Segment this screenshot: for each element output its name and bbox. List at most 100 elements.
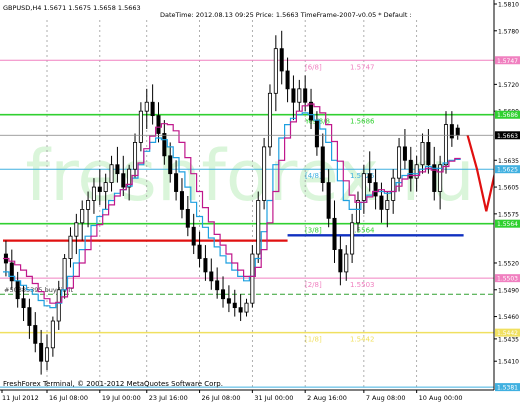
candle-body	[250, 253, 255, 304]
candle-body	[144, 101, 149, 112]
level-price-tag-text: 1.5625	[497, 167, 518, 174]
candle-body	[62, 258, 67, 291]
candle-body	[314, 119, 319, 148]
candle-body	[279, 48, 284, 72]
candle-body	[21, 298, 26, 309]
candle-body	[133, 142, 138, 170]
murrey-level-label: [4/8]	[305, 172, 322, 180]
candle-body	[426, 142, 431, 166]
candle-body	[350, 222, 355, 255]
chart-window[interactable]: freshforex.ru [6/8]1.5747Yes/8/81.5686[4…	[0, 0, 520, 403]
candle-body	[97, 186, 102, 192]
candle-body	[402, 146, 407, 161]
candle-body	[215, 280, 220, 291]
candle-body	[267, 92, 272, 148]
time-tick-label: 31 Jul 00:00	[254, 394, 293, 402]
current-price-tag-text: 1.5663	[497, 133, 518, 140]
time-tick-label: 2 Aug 16:00	[307, 394, 347, 402]
copyright: FreshForex Terminal, © 2001-2012 MetaQuo…	[3, 380, 223, 388]
candle-body	[262, 146, 267, 201]
candle-body	[15, 280, 20, 300]
candle-body	[109, 164, 114, 184]
candle-body	[297, 88, 302, 103]
candle-body	[367, 173, 372, 184]
time-tick-label: 26 Jul 08:00	[202, 394, 241, 402]
candle-body	[103, 182, 108, 192]
candle-body	[391, 177, 396, 201]
candle-body	[344, 253, 349, 273]
candle-body	[156, 115, 161, 134]
level-price-tag-text: 1.5747	[497, 58, 518, 65]
candle-body	[179, 191, 184, 210]
candle-body	[121, 173, 126, 188]
murrey-level-value: 1.5747	[350, 63, 375, 71]
price-tick-label: 1.5520	[498, 260, 519, 267]
candle-body	[203, 258, 208, 273]
price-tick-label: 1.5460	[498, 314, 519, 321]
candle-body	[244, 302, 249, 313]
candle-body	[303, 88, 308, 103]
time-tick-label: 11 Jul 2012	[2, 394, 39, 402]
murrey-level-value: 1.5503	[350, 281, 375, 289]
candle-body	[291, 88, 296, 103]
candle-body	[320, 146, 325, 184]
candle-body	[385, 200, 390, 210]
murrey-level-label: [6/8]	[305, 63, 322, 71]
candle-body	[80, 208, 85, 224]
symbol-title: GBPUSD,H4 1.5671 1.5675 1.5658 1.5663	[3, 4, 141, 12]
candle-body	[74, 222, 79, 237]
candle-body	[338, 249, 343, 273]
candle-body	[232, 302, 237, 309]
murrey-level-label: [2/8]	[305, 281, 322, 289]
candle-body	[50, 320, 55, 349]
price-tick-label: 1.5780	[498, 28, 519, 35]
price-tick-label: 1.5490	[498, 287, 519, 294]
candle-body	[191, 226, 196, 246]
price-tick-label: 1.5575	[498, 211, 519, 218]
candle-body	[443, 124, 449, 166]
candle-body	[115, 164, 120, 175]
candle-body	[309, 101, 314, 121]
candle-body	[256, 200, 261, 255]
level-price-tag-text: 1.5381	[497, 385, 518, 392]
candle-body	[221, 289, 226, 300]
price-chart[interactable]: freshforex.ru [6/8]1.5747Yes/8/81.5686[4…	[0, 0, 520, 403]
price-tick-label: 1.5435	[498, 336, 519, 343]
candle-body	[44, 347, 50, 362]
time-tick-label: 10 Aug 00:00	[419, 394, 463, 402]
candle-body	[168, 155, 173, 175]
candle-body	[397, 146, 402, 179]
candle-body	[414, 164, 419, 179]
level-price-tag-text: 1.5503	[497, 276, 518, 283]
candle-body	[273, 48, 278, 94]
candle-body	[27, 307, 32, 326]
price-tick-label: 1.5605	[498, 185, 519, 192]
price-tick-label: 1.5635	[498, 158, 519, 165]
time-tick-label: 16 Jul 08:00	[49, 394, 88, 402]
candle-body	[285, 70, 290, 90]
candle-body	[33, 325, 38, 344]
candle-body	[91, 186, 96, 201]
price-tick-label: 1.5720	[498, 82, 519, 89]
candle-body	[332, 217, 337, 250]
candle-body	[449, 124, 454, 139]
candle-body	[379, 195, 384, 210]
candle-body	[185, 208, 190, 228]
candle-body	[68, 235, 73, 259]
candle-body	[162, 133, 167, 157]
candle-body	[56, 289, 61, 322]
candle-body	[150, 101, 155, 117]
candle-body	[455, 127, 460, 136]
candle-body	[355, 200, 360, 224]
candle-body	[138, 110, 143, 143]
time-tick-label: 19 Jul 00:00	[102, 394, 141, 402]
murrey-level-label: [3/8]	[305, 227, 322, 235]
time-tick-label: 7 Aug 08:00	[366, 394, 406, 402]
murrey-level-value: 1.5686	[350, 118, 375, 126]
price-tick-label: 1.5410	[498, 359, 519, 366]
murrey-level-value: 1.5442	[350, 336, 375, 344]
candle-body	[197, 244, 202, 259]
level-price-tag-text: 1.5686	[497, 112, 518, 119]
candle-body	[420, 142, 425, 166]
time-tick-label: 23 Jul 16:00	[149, 394, 188, 402]
